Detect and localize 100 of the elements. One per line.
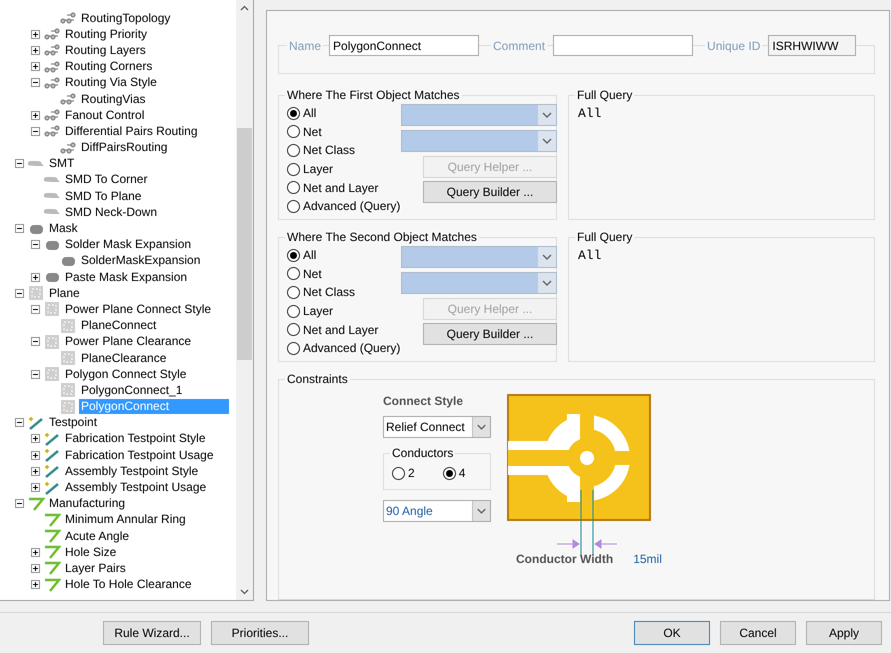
angle-dropdown[interactable]: 90 Angle bbox=[383, 500, 491, 522]
radio-button[interactable] bbox=[287, 144, 300, 157]
radio-button[interactable] bbox=[287, 248, 300, 262]
tree-item[interactable]: Routing Layers bbox=[63, 42, 148, 58]
text-field[interactable]: PolygonConnect bbox=[329, 35, 480, 56]
radio-option[interactable]: Net Class bbox=[287, 283, 397, 302]
footer-button[interactable]: Priorities... bbox=[211, 621, 309, 645]
radio-button[interactable] bbox=[287, 267, 300, 280]
footer-button[interactable]: OK bbox=[634, 621, 710, 645]
radio-button[interactable] bbox=[287, 286, 300, 299]
expand-icon[interactable] bbox=[31, 110, 40, 120]
tree-item[interactable]: SMD To Plane bbox=[63, 188, 144, 204]
radio-option[interactable]: 2 bbox=[392, 464, 415, 483]
tree-item[interactable]: DiffPairsRouting bbox=[79, 140, 170, 156]
expand-icon[interactable] bbox=[31, 46, 40, 55]
radio-button[interactable] bbox=[287, 125, 300, 138]
collapse-icon[interactable] bbox=[15, 224, 24, 234]
collapse-icon[interactable] bbox=[31, 370, 40, 379]
radio-button[interactable] bbox=[442, 466, 456, 480]
collapse-icon[interactable] bbox=[31, 304, 40, 314]
radio-option[interactable]: All bbox=[287, 246, 397, 265]
tree-item[interactable]: Routing Via Style bbox=[63, 75, 159, 90]
expand-icon[interactable] bbox=[31, 564, 40, 573]
radio-button[interactable] bbox=[287, 162, 300, 176]
tree-item[interactable]: PlaneClearance bbox=[79, 350, 168, 366]
tree-item[interactable]: Paste Mask Expansion bbox=[63, 270, 190, 285]
text-field[interactable]: ISRHWIWW bbox=[768, 35, 856, 56]
chevron-down-icon[interactable] bbox=[538, 247, 556, 267]
radio-option[interactable]: Net and Layer bbox=[287, 320, 397, 339]
tree-item[interactable]: RoutingTopology bbox=[79, 10, 172, 26]
collapse-icon[interactable] bbox=[31, 126, 40, 136]
query-button[interactable]: Query Builder ... bbox=[423, 323, 557, 345]
chevron-down-icon[interactable] bbox=[472, 500, 490, 521]
expand-icon[interactable] bbox=[31, 272, 40, 282]
expand-icon[interactable] bbox=[31, 434, 40, 444]
radio-option[interactable]: Net Class bbox=[287, 141, 397, 160]
expand-icon[interactable] bbox=[31, 450, 40, 460]
text-field[interactable] bbox=[553, 35, 694, 56]
expand-icon[interactable] bbox=[31, 580, 40, 590]
tree-item[interactable]: SolderMaskExpansion bbox=[79, 253, 202, 268]
radio-button[interactable] bbox=[287, 181, 300, 194]
radio-button[interactable] bbox=[287, 342, 300, 355]
tree-item[interactable]: Hole Size bbox=[63, 544, 118, 560]
collapse-icon[interactable] bbox=[15, 288, 24, 298]
footer-button[interactable]: Cancel bbox=[720, 621, 796, 645]
tree-item[interactable]: Polygon Connect Style bbox=[63, 366, 188, 382]
radio-option[interactable]: Net bbox=[287, 264, 397, 284]
chevron-down-icon[interactable] bbox=[538, 273, 556, 293]
radio-option[interactable]: Layer bbox=[287, 302, 397, 320]
tree-item[interactable]: Assembly Testpoint Style bbox=[63, 464, 200, 479]
tree-item[interactable]: SMT bbox=[47, 156, 76, 172]
radio-button[interactable] bbox=[287, 304, 300, 318]
expand-icon[interactable] bbox=[31, 466, 40, 476]
collapse-icon[interactable] bbox=[31, 240, 40, 250]
tree-item[interactable]: Hole To Hole Clearance bbox=[63, 577, 194, 592]
tree-item[interactable]: Testpoint bbox=[47, 415, 100, 430]
radio-option[interactable]: 4 bbox=[442, 464, 466, 483]
collapse-icon[interactable] bbox=[15, 418, 24, 428]
tree-item[interactable]: Mask bbox=[47, 221, 80, 236]
chevron-down-icon[interactable] bbox=[538, 105, 556, 125]
radio-option[interactable]: Layer bbox=[287, 160, 397, 178]
query-button[interactable]: Query Builder ... bbox=[423, 181, 557, 203]
tree-item[interactable]: RoutingVias bbox=[79, 92, 148, 107]
tree-item[interactable]: Minimum Annular Ring bbox=[63, 512, 188, 528]
tree-item[interactable]: Solder Mask Expansion bbox=[63, 237, 194, 252]
tree-item[interactable]: Manufacturing bbox=[47, 496, 128, 512]
footer-button[interactable]: Rule Wizard... bbox=[103, 621, 201, 645]
scroll-thumb[interactable] bbox=[237, 128, 252, 360]
tree-item[interactable]: PlaneConnect bbox=[79, 318, 158, 334]
radio-button[interactable] bbox=[392, 466, 405, 480]
radio-button[interactable] bbox=[287, 106, 300, 120]
tree-item[interactable]: SMD To Corner bbox=[63, 172, 150, 188]
tree-item[interactable]: Power Plane Clearance bbox=[63, 334, 194, 350]
connect-style-dropdown[interactable]: Relief Connect bbox=[383, 416, 491, 438]
radio-option[interactable]: Net and Layer bbox=[287, 178, 397, 197]
tree-item[interactable]: Fabrication Testpoint Usage bbox=[63, 448, 216, 463]
tree-item[interactable]: Fabrication Testpoint Style bbox=[63, 431, 208, 446]
tree-item[interactable]: Plane bbox=[47, 286, 82, 301]
chevron-down-icon[interactable] bbox=[538, 131, 556, 151]
expand-icon[interactable] bbox=[31, 548, 40, 557]
tree-item[interactable]: Acute Angle bbox=[63, 528, 132, 544]
collapse-icon[interactable] bbox=[15, 159, 24, 168]
radio-button[interactable] bbox=[287, 200, 300, 213]
radio-option[interactable]: Net bbox=[287, 122, 397, 142]
tree-item[interactable]: Routing Corners bbox=[63, 59, 154, 74]
footer-button[interactable]: Apply bbox=[806, 621, 882, 645]
tree-item[interactable]: Assembly Testpoint Usage bbox=[63, 480, 208, 496]
expand-icon[interactable] bbox=[31, 30, 40, 39]
tree-item[interactable]: PolygonConnect_1 bbox=[79, 382, 184, 398]
chevron-down-icon[interactable] bbox=[472, 417, 490, 437]
collapse-icon[interactable] bbox=[31, 78, 40, 88]
tree-item[interactable]: Differential Pairs Routing bbox=[63, 124, 200, 139]
expand-icon[interactable] bbox=[31, 483, 40, 492]
expand-icon[interactable] bbox=[31, 62, 40, 72]
tree-item[interactable]: SMD Neck-Down bbox=[63, 204, 160, 220]
radio-button[interactable] bbox=[287, 323, 300, 336]
collapse-icon[interactable] bbox=[15, 499, 24, 508]
radio-option[interactable]: All bbox=[287, 104, 397, 123]
tree-item[interactable]: Power Plane Connect Style bbox=[63, 302, 214, 317]
collapse-icon[interactable] bbox=[31, 337, 40, 346]
